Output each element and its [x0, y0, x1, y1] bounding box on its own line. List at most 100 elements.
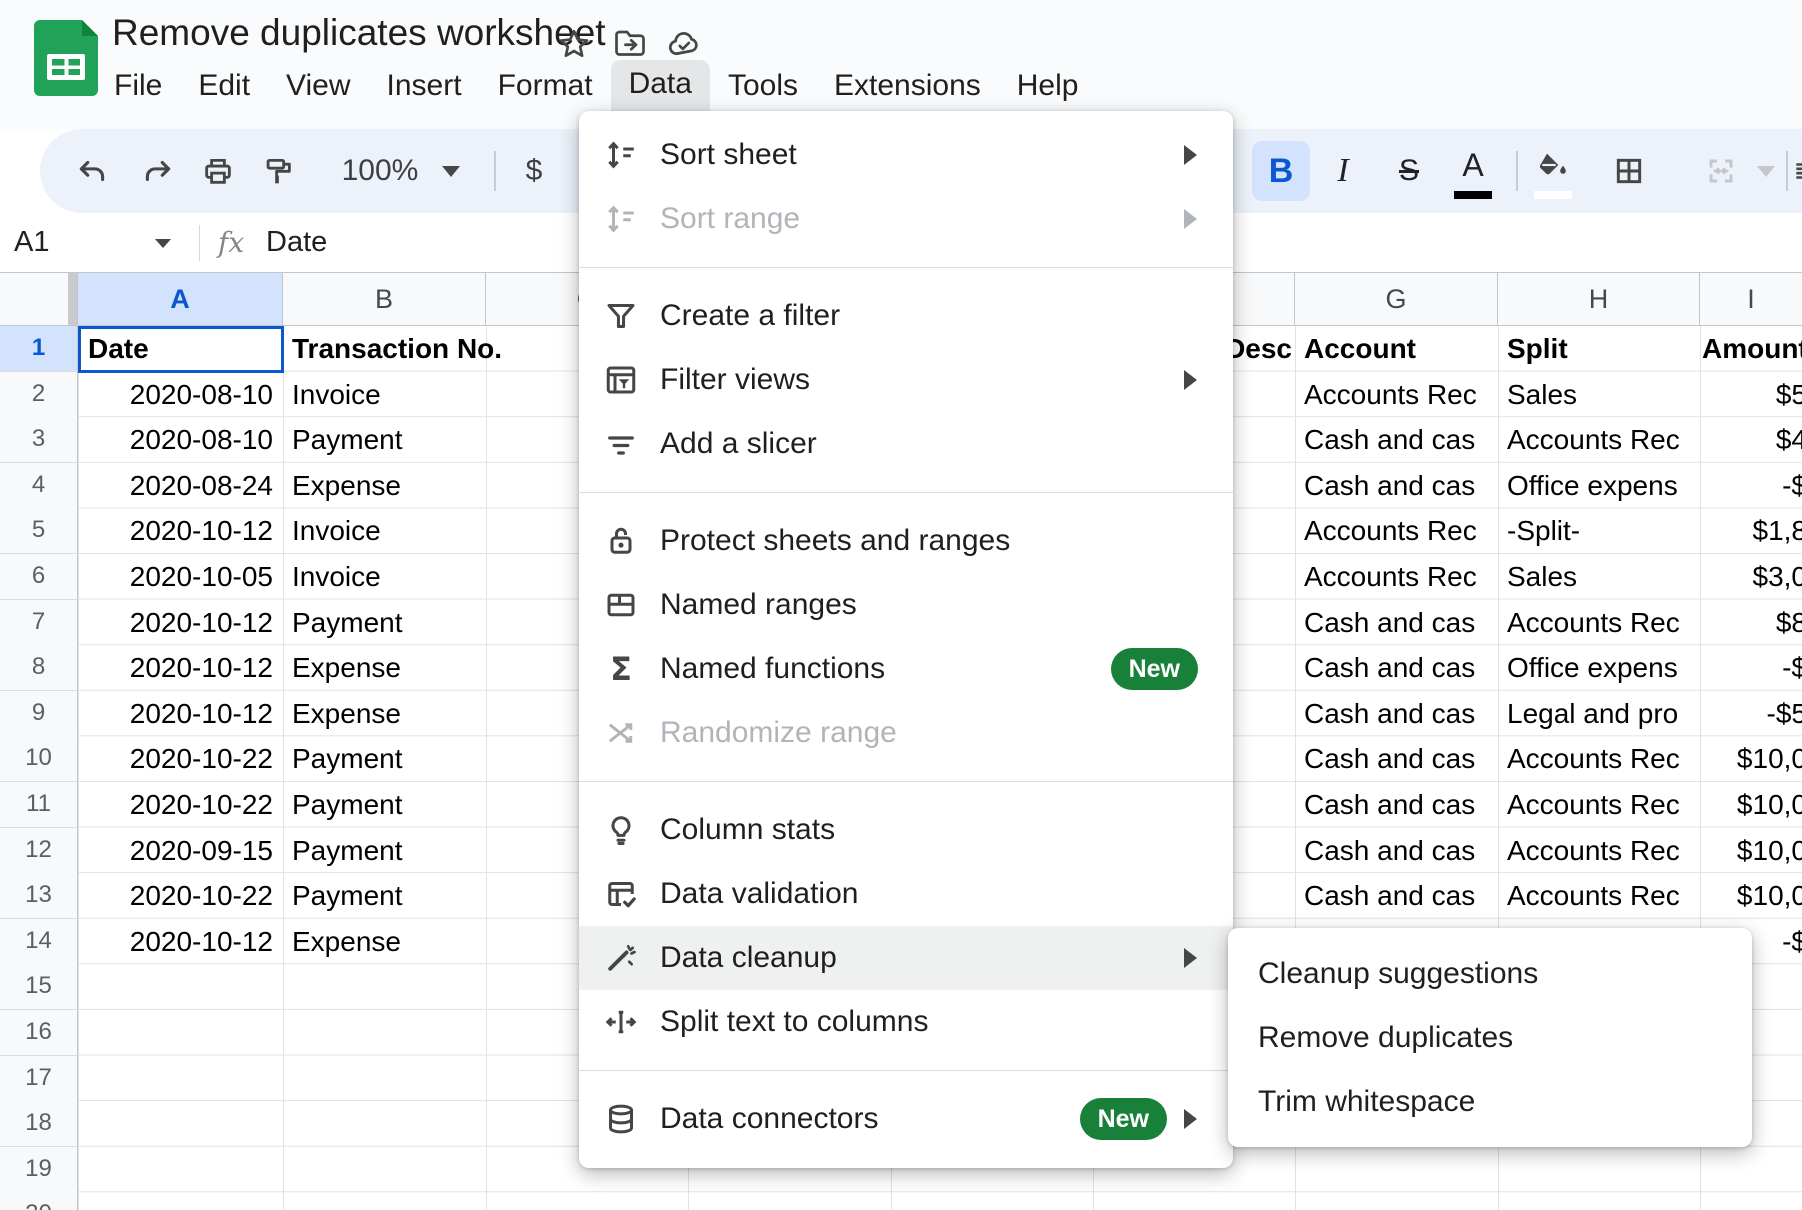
menu-item-data-connectors[interactable]: Data connectors New	[579, 1087, 1233, 1151]
cell[interactable]: Accounts Rec	[1498, 873, 1700, 919]
cell[interactable]: 2020-10-22	[78, 873, 283, 919]
name-box[interactable]: A1	[14, 213, 49, 272]
cell[interactable]: $10,0	[1702, 736, 1802, 782]
cell[interactable]: Cash and cas	[1295, 782, 1498, 828]
row-header[interactable]: 9	[0, 691, 78, 737]
star-icon[interactable]	[556, 26, 592, 62]
row-header[interactable]: 14	[0, 919, 78, 965]
cell-h1[interactable]: Split	[1498, 326, 1700, 372]
menu-data[interactable]: Data	[611, 60, 710, 111]
menu-insert[interactable]: Insert	[369, 62, 480, 110]
menu-item-protect-sheets-and-ranges[interactable]: Protect sheets and ranges	[579, 509, 1233, 573]
select-all-corner[interactable]	[0, 272, 78, 326]
menu-tools[interactable]: Tools	[710, 62, 816, 110]
row-header[interactable]: 5	[0, 508, 78, 554]
cell[interactable]: $8	[1702, 600, 1802, 646]
cell[interactable]: -$5	[1702, 691, 1802, 737]
italic-button[interactable]: I	[1314, 129, 1372, 213]
cell[interactable]: Cash and cas	[1295, 417, 1498, 463]
submenu-item-remove-duplicates[interactable]: Remove duplicates	[1228, 1006, 1752, 1070]
cell[interactable]: Accounts Rec	[1295, 554, 1498, 600]
cell[interactable]: Accounts Rec	[1498, 782, 1700, 828]
row-header[interactable]: 7	[0, 600, 78, 646]
menu-format[interactable]: Format	[480, 62, 611, 110]
row-header[interactable]: 4	[0, 463, 78, 509]
menu-item-data-validation[interactable]: Data validation	[579, 862, 1233, 926]
cell[interactable]: -$	[1702, 463, 1802, 509]
cell[interactable]: Accounts Rec	[1295, 372, 1498, 418]
menu-view[interactable]: View	[268, 62, 368, 110]
cell[interactable]: Cash and cas	[1295, 463, 1498, 509]
cell[interactable]: 2020-10-22	[78, 736, 283, 782]
cell[interactable]: Cash and cas	[1295, 645, 1498, 691]
cell-g1[interactable]: Account	[1295, 326, 1498, 372]
row-header[interactable]: 11	[0, 782, 78, 828]
cell[interactable]: Sales	[1498, 554, 1700, 600]
menu-item-sort-sheet[interactable]: Sort sheet	[579, 123, 1233, 187]
move-to-folder-icon[interactable]	[612, 26, 648, 62]
text-color-button[interactable]: A	[1444, 129, 1502, 213]
menu-file[interactable]: File	[96, 62, 180, 110]
row-header[interactable]: 8	[0, 645, 78, 691]
row-header[interactable]: 12	[0, 828, 78, 874]
row-header[interactable]: 16	[0, 1010, 78, 1056]
submenu-item-cleanup-suggestions[interactable]: Cleanup suggestions	[1228, 942, 1752, 1006]
menu-item-column-stats[interactable]: Column stats	[579, 798, 1233, 862]
row-header[interactable]: 13	[0, 873, 78, 919]
document-title[interactable]: Remove duplicates worksheet	[112, 12, 606, 54]
col-header-a[interactable]: A	[78, 272, 283, 326]
row-header[interactable]: 15	[0, 964, 78, 1010]
menu-item-sort-range[interactable]: Sort range	[579, 187, 1233, 251]
menu-extensions[interactable]: Extensions	[816, 62, 999, 110]
strikethrough-button[interactable]: S	[1380, 129, 1438, 213]
row-header[interactable]: 1	[0, 326, 78, 372]
name-box-caret-icon[interactable]	[155, 239, 171, 248]
row-header[interactable]: 19	[0, 1147, 78, 1193]
format-currency-button[interactable]: $	[506, 129, 562, 213]
row-header[interactable]: 17	[0, 1056, 78, 1102]
merge-caret-icon[interactable]	[1752, 129, 1780, 213]
row-header[interactable]: 3	[0, 417, 78, 463]
print-button[interactable]	[188, 129, 248, 213]
cell[interactable]: -$	[1702, 645, 1802, 691]
cell[interactable]: 2020-08-24	[78, 463, 283, 509]
cell[interactable]: $1,8	[1702, 508, 1802, 554]
cell[interactable]: Cash and cas	[1295, 691, 1498, 737]
zoom-caret-icon[interactable]	[436, 129, 466, 213]
cell[interactable]: 2020-10-12	[78, 600, 283, 646]
menu-item-add-a-slicer[interactable]: Add a slicer	[579, 412, 1233, 476]
menu-item-randomize-range[interactable]: Randomize range	[579, 701, 1233, 765]
cell[interactable]: $4	[1702, 417, 1802, 463]
cell[interactable]: Sales	[1498, 372, 1700, 418]
menu-item-split-text-to-columns[interactable]: Split text to columns	[579, 990, 1233, 1054]
menu-edit[interactable]: Edit	[180, 62, 268, 110]
undo-button[interactable]	[62, 129, 122, 213]
cell[interactable]: 2020-10-12	[78, 645, 283, 691]
cell[interactable]: Cash and cas	[1295, 600, 1498, 646]
cell[interactable]: Legal and pro	[1498, 691, 1700, 737]
menu-item-named-ranges[interactable]: Named ranges	[579, 573, 1233, 637]
cell[interactable]: $3,0	[1702, 554, 1802, 600]
menu-item-filter-views[interactable]: Filter views	[579, 348, 1233, 412]
cell[interactable]: Office expens	[1498, 463, 1700, 509]
col-header-i[interactable]: I	[1700, 272, 1802, 326]
menu-item-named-functions[interactable]: Σ Named functions New	[579, 637, 1233, 701]
cell[interactable]: Office expens	[1498, 645, 1700, 691]
cell[interactable]: -Split-	[1498, 508, 1700, 554]
row-header[interactable]: 10	[0, 736, 78, 782]
cell[interactable]: $10,0	[1702, 873, 1802, 919]
menu-item-data-cleanup[interactable]: Data cleanup	[579, 926, 1233, 990]
cell[interactable]: Accounts Rec	[1498, 417, 1700, 463]
cell[interactable]: Accounts Rec	[1498, 828, 1700, 874]
cell-i1[interactable]: Amount	[1702, 326, 1802, 372]
cell[interactable]: $10,0	[1702, 828, 1802, 874]
fill-color-button[interactable]	[1524, 129, 1582, 213]
paint-format-button[interactable]	[248, 129, 308, 213]
borders-button[interactable]	[1600, 129, 1658, 213]
col-header-h[interactable]: H	[1498, 272, 1700, 326]
cell[interactable]: 2020-10-12	[78, 691, 283, 737]
merge-cells-button[interactable]	[1692, 129, 1750, 213]
cell[interactable]: Cash and cas	[1295, 828, 1498, 874]
cell[interactable]: $5	[1702, 372, 1802, 418]
row-header[interactable]: 18	[0, 1101, 78, 1147]
